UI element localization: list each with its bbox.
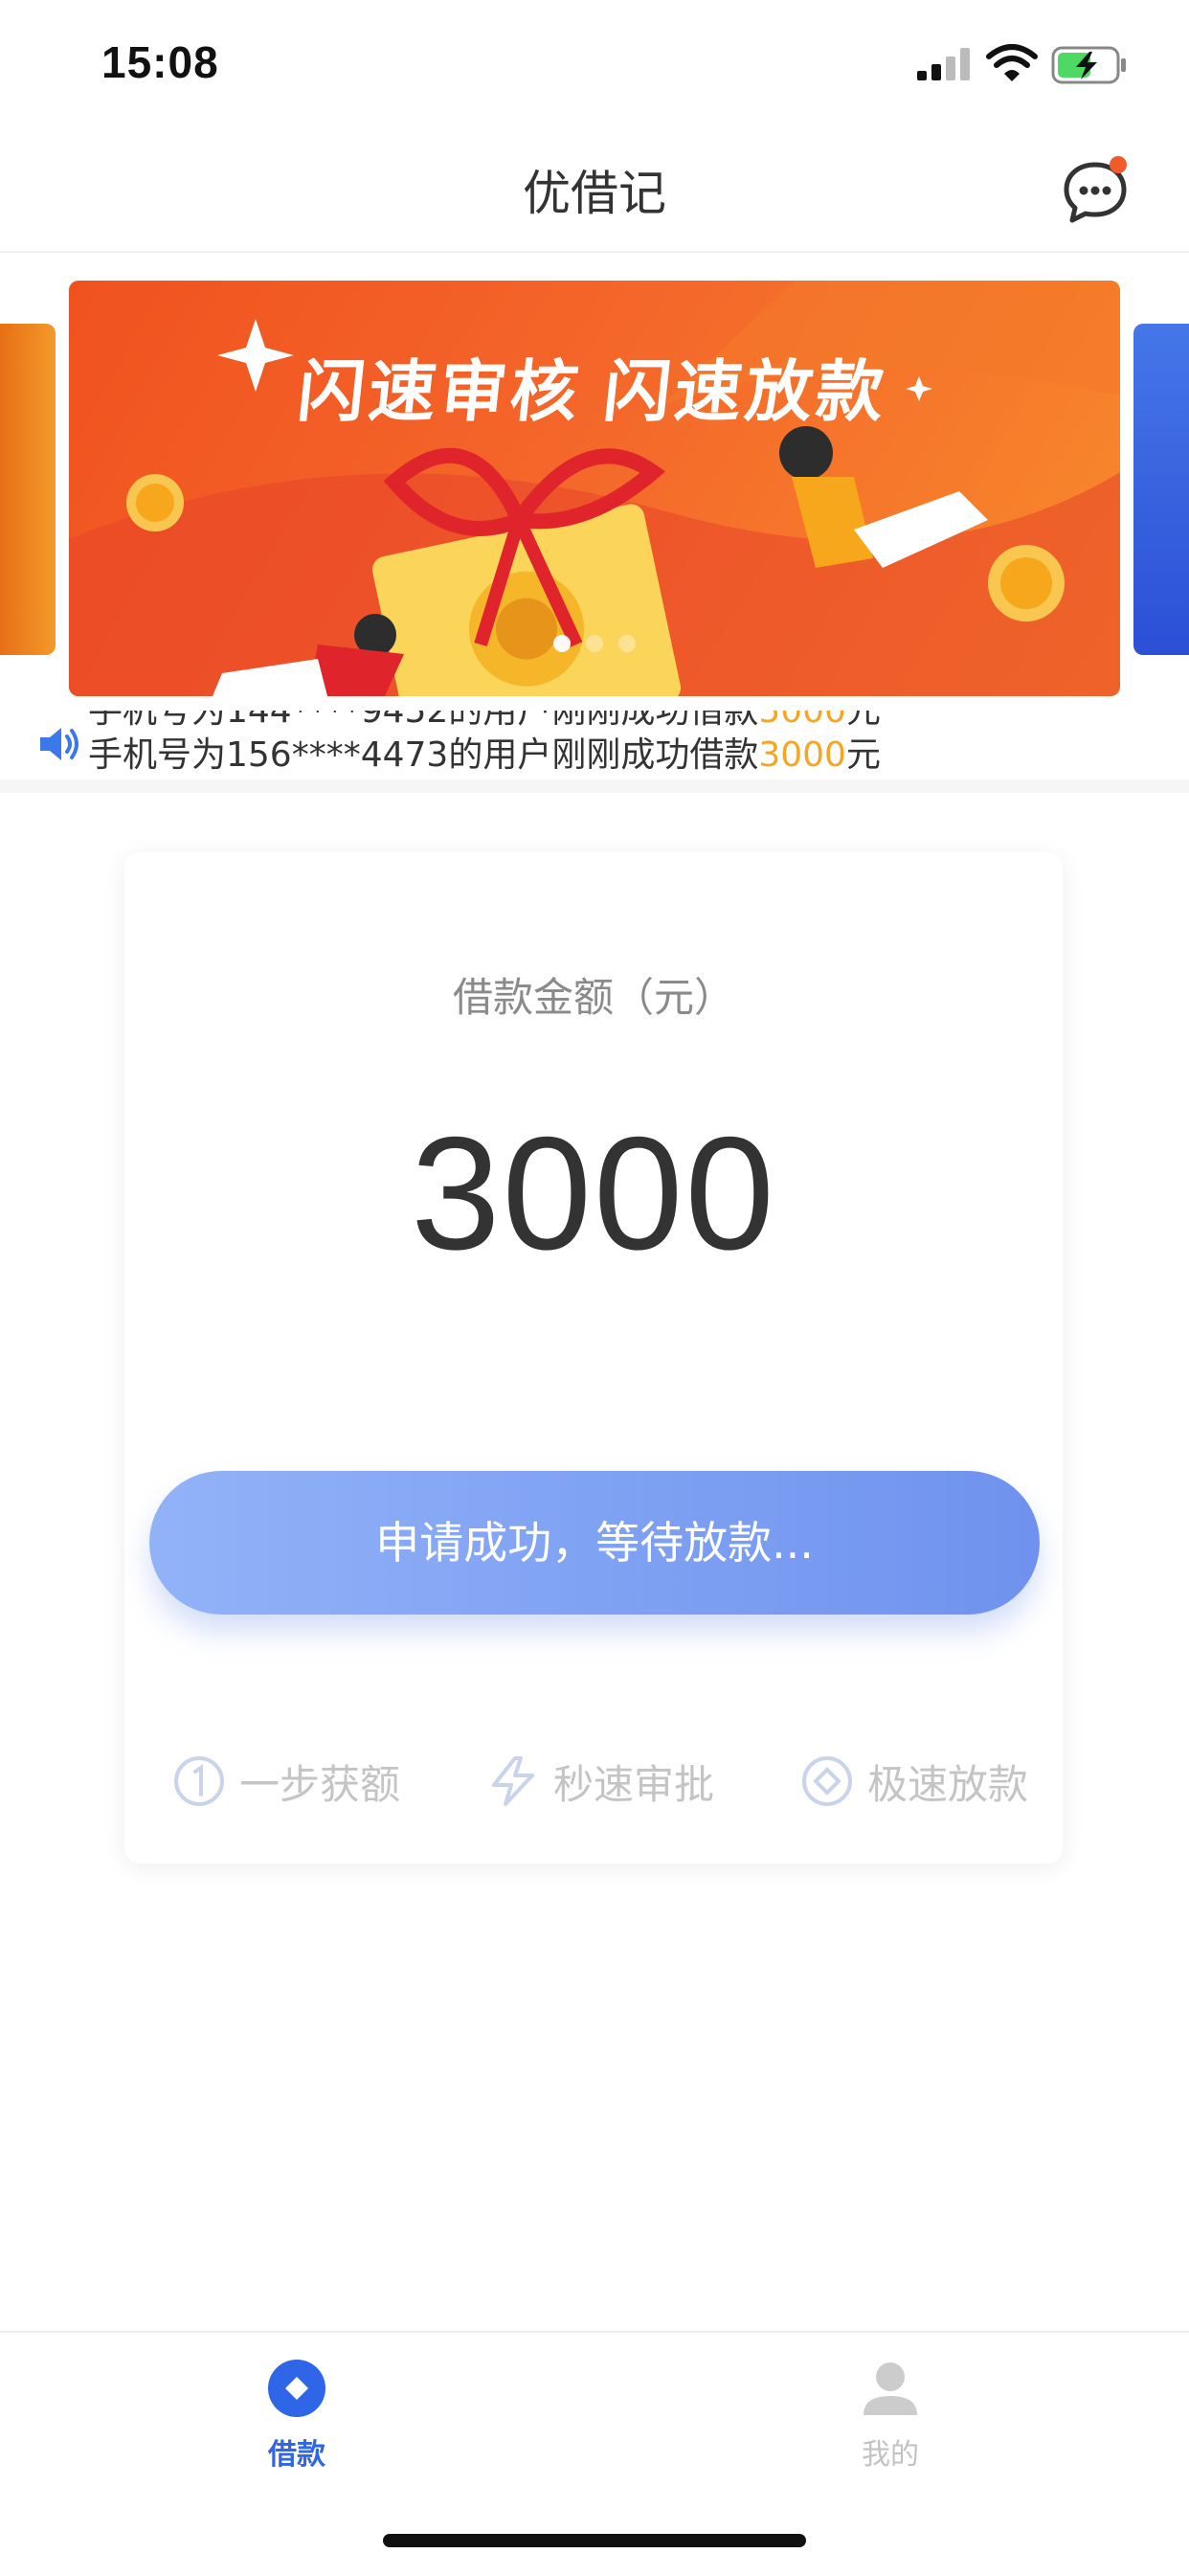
banner-headline: 闪速审核 闪速放款 <box>294 354 891 429</box>
tab-label: 我的 <box>862 2438 919 2472</box>
banner-prev-peek[interactable] <box>0 324 56 655</box>
lightning-icon <box>492 1756 534 1806</box>
status-time: 15:08 <box>101 37 219 87</box>
tab-loan[interactable]: 借款 <box>201 2358 393 2473</box>
speaker-icon <box>40 728 79 760</box>
carousel-dot-active <box>553 635 571 652</box>
ticker-lines: 手机号为144****9452的用户刚刚成功借款5000元 手机号为156***… <box>88 711 881 778</box>
tab-label: 借款 <box>268 2438 325 2472</box>
diamond-coin-icon <box>802 1756 852 1806</box>
unread-badge <box>1110 156 1127 173</box>
circled-one-icon <box>174 1756 224 1806</box>
home-indicator[interactable] <box>383 2534 806 2547</box>
feature-item: 极速放款 <box>800 1743 1028 1819</box>
section-divider <box>0 780 1189 793</box>
feature-label: 极速放款 <box>867 1760 1029 1808</box>
wifi-icon <box>986 44 1038 81</box>
notice-ticker: 手机号为144****9452的用户刚刚成功借款5000元 手机号为156***… <box>0 711 1189 780</box>
carousel-dot <box>586 635 603 652</box>
banner-next-peek[interactable] <box>1133 324 1189 655</box>
feature-label: 一步获额 <box>239 1760 401 1808</box>
loan-diamond-icon <box>268 2360 325 2417</box>
banner-carousel[interactable]: 闪速审核 闪速放款 <box>0 278 1189 699</box>
tab-mine[interactable]: 我的 <box>795 2358 986 2473</box>
navigation-bar: 优借记 <box>0 126 1189 253</box>
chat-bubble-icon[interactable] <box>1059 155 1132 228</box>
loan-amount: 3000 <box>411 1103 776 1283</box>
page-title: 优借记 <box>523 166 666 221</box>
loan-card: 借款金额（元） 3000 申请成功，等待放款... 一步获额 秒速审批 极速放款 <box>124 852 1063 1864</box>
status-bar: 15:08 <box>0 0 1189 126</box>
amount-label: 借款金额（元） <box>452 974 734 1021</box>
battery-charging-icon <box>1051 46 1126 84</box>
feature-list: 一步获额 秒速审批 极速放款 <box>124 1743 1063 1819</box>
carousel-indicator <box>69 635 1120 656</box>
user-icon <box>864 2362 917 2415</box>
feature-item: 秒速审批 <box>486 1743 714 1819</box>
feature-item: 一步获额 <box>172 1743 400 1819</box>
ticker-line: 手机号为144****9452的用户刚刚成功借款5000元 <box>88 711 881 731</box>
signal-icon <box>917 48 970 80</box>
banner-slide[interactable]: 闪速审核 闪速放款 <box>69 281 1120 696</box>
apply-status-button[interactable]: 申请成功，等待放款... <box>149 1471 1040 1615</box>
feature-label: 秒速审批 <box>553 1760 715 1808</box>
ticker-line: 手机号为156****4473的用户刚刚成功借款3000元 <box>88 735 881 775</box>
carousel-dot <box>618 635 636 652</box>
